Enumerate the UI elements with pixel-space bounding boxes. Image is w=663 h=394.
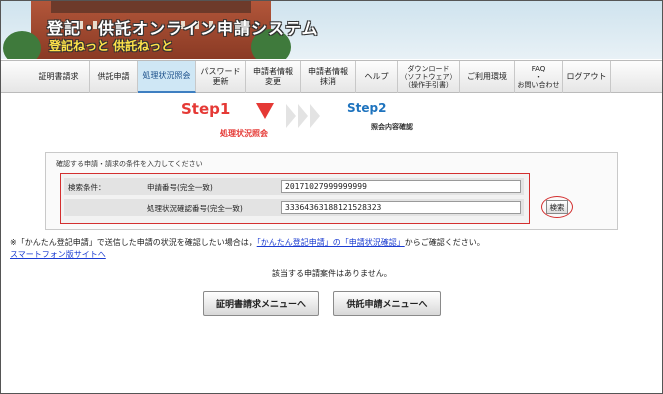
step2-heading: Step2 [347,101,387,115]
step1-heading: Step1 [181,100,231,118]
chevron-right-icon [298,104,308,128]
site-subtitle-logo: 登記ねっと 供託ねっと [49,39,174,53]
search-button[interactable]: 検索 [546,200,568,214]
certificate-menu-button[interactable]: 証明書請求メニューへ [203,291,319,316]
nav-item-certificate-request[interactable]: 証明書請求 [28,61,90,93]
search-panel-caption: 確認する申請・請求の条件を入力してください [56,160,203,168]
nav-item-download[interactable]: ダウンロード （ソフトウェア） （操作手引書） [398,61,460,93]
nav-item-deposit-application[interactable]: 供託申請 [90,61,138,93]
site-header-banner: 登記・供託オンライン申請システム 登記ねっと 供託ねっと [1,1,662,59]
step2-label: 照会内容確認 [371,123,413,131]
nav-item-help[interactable]: ヘルプ [356,61,398,93]
site-title: 登記・供託オンライン申請システム [47,19,319,38]
nav-item-faq-contact[interactable]: FAQ ・ お問い合わせ [515,61,563,93]
nav-item-password-update[interactable]: パスワード 更新 [196,61,246,93]
nav-item-applicant-info-delete[interactable]: 申請者情報 抹消 [301,61,356,93]
nav-item-applicant-info-change[interactable]: 申請者情報 変更 [246,61,301,93]
chevron-right-icon [310,104,320,128]
smartphone-site-link[interactable]: スマートフォン版サイトへ [10,249,106,260]
status-check-number-label: 処理状況確認番号(完全一致) [147,204,243,213]
nav-item-logout[interactable]: ログアウト [563,61,611,93]
application-number-input[interactable]: 20171027999999999 [281,180,521,193]
easy-registration-status-link[interactable]: 「かんたん登記申請」の「申請状況確認」 [257,238,405,247]
nav-item-environment[interactable]: ご利用環境 [460,61,515,93]
main-nav: 証明書請求 供託申請 処理状況照会 パスワード 更新 申請者情報 変更 申請者情… [1,60,662,93]
step1-arrow-icon [256,103,274,119]
search-condition-label: 検索条件： [68,183,106,192]
status-check-number-input[interactable]: 33364363188121528323 [281,201,521,214]
easy-registration-note: ※「かんたん登記申請」で送信した申請の状況を確認したい場合は，「かんたん登記申請… [10,237,485,248]
application-number-label: 申請番号(完全一致) [147,183,213,192]
no-results-message: 該当する申請案件はありません。 [272,269,392,278]
nav-item-status-inquiry[interactable]: 処理状況照会 [138,61,196,93]
note-suffix: からご確認ください。 [404,238,485,247]
note-prefix: ※「かんたん登記申請」で送信した申請の状況を確認したい場合は， [10,238,257,247]
chevron-right-icon [286,104,296,128]
step1-label: 処理状況照会 [220,129,268,138]
deposit-menu-button[interactable]: 供託申請メニューへ [333,291,441,316]
